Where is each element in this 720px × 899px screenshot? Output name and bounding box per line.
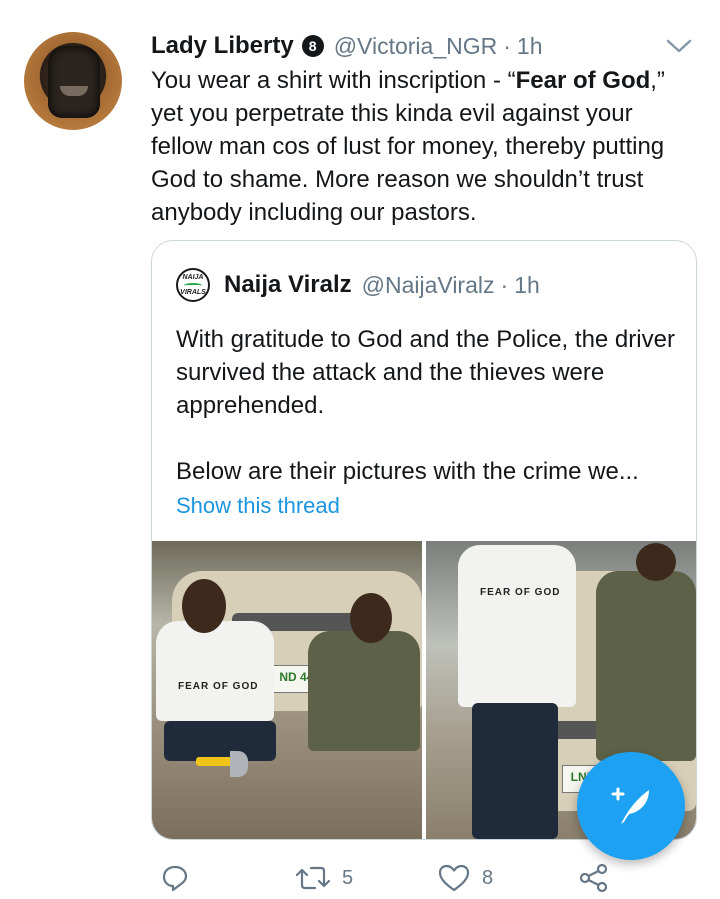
tweet-text-part1: You wear a shirt with inscription - “ (151, 67, 516, 94)
quoted-author-name[interactable]: Naija Viralz (224, 271, 352, 299)
naija-virals-logo[interactable]: NAIJA VIRALS (176, 268, 210, 302)
retweet-button[interactable]: 5 (296, 863, 353, 893)
quoted-paragraph-2: Below are their pictures with the crime … (176, 458, 639, 485)
reply-button[interactable] (160, 863, 202, 893)
person-white-shirt (458, 545, 576, 707)
heart-icon (438, 864, 470, 892)
retweet-icon (296, 866, 330, 890)
quoted-paragraph-1: With gratitude to God and the Police, th… (176, 326, 675, 419)
logo-text-bottom: VIRALS (180, 288, 206, 296)
tweet-actions-bar: 5 8 (0, 855, 720, 899)
shirt-print-left: FEAR OF GOD (178, 681, 259, 692)
tweet-text-bold: Fear of God (515, 67, 651, 94)
media-photo-left[interactable]: ND 448GL FEAR OF GOD (152, 541, 422, 839)
person-head (350, 593, 392, 643)
author-avatar[interactable] (24, 32, 122, 130)
shirt-print-right: FEAR OF GOD (480, 587, 561, 598)
person-head (182, 579, 226, 633)
logo-text-top: NAIJA (182, 273, 204, 281)
quoted-header-separator: · (500, 271, 509, 298)
tweet-text: You wear a shirt with inscription - “Fea… (151, 64, 691, 229)
show-thread-link[interactable]: Show this thread (176, 493, 340, 519)
quoted-tweet[interactable]: NAIJA VIRALS Naija Viralz @NaijaViralz ·… (151, 240, 697, 840)
tweet-time[interactable]: 1h (517, 33, 543, 60)
person-green-shirt (596, 571, 696, 761)
avatar-bag-image (48, 46, 100, 118)
badge-icon: 8 (301, 35, 324, 57)
like-count: 8 (482, 866, 494, 889)
quoted-tweet-time[interactable]: 1h (514, 272, 540, 299)
share-button[interactable] (578, 863, 610, 893)
person-jeans (472, 703, 558, 839)
reply-icon (162, 865, 188, 892)
author-handle[interactable]: @Victoria_NGR (334, 33, 498, 60)
person-head (636, 543, 676, 581)
author-name[interactable]: Lady Liberty (151, 32, 294, 60)
quoted-tweet-header: NAIJA VIRALS Naija Viralz @NaijaViralz ·… (176, 267, 540, 303)
header-separator: · (503, 32, 511, 59)
logo-wave (184, 282, 202, 288)
compose-tweet-button[interactable] (577, 752, 685, 860)
axe-handle (196, 757, 232, 766)
compose-tweet-icon (611, 787, 649, 824)
person-green-shirt (308, 631, 420, 751)
like-button[interactable]: 8 (438, 863, 493, 893)
quoted-author-handle[interactable]: @NaijaViralz (362, 272, 495, 299)
person-white-shirt (156, 621, 274, 721)
chevron-down-icon[interactable] (666, 38, 692, 54)
tweet-header: Lady Liberty 8 @Victoria_NGR · 1h (151, 30, 543, 62)
retweet-count: 5 (342, 866, 354, 889)
person-jeans (164, 721, 276, 761)
quoted-tweet-text: With gratitude to God and the Police, th… (176, 323, 676, 488)
share-icon (579, 863, 608, 893)
axe-blade (230, 751, 248, 777)
